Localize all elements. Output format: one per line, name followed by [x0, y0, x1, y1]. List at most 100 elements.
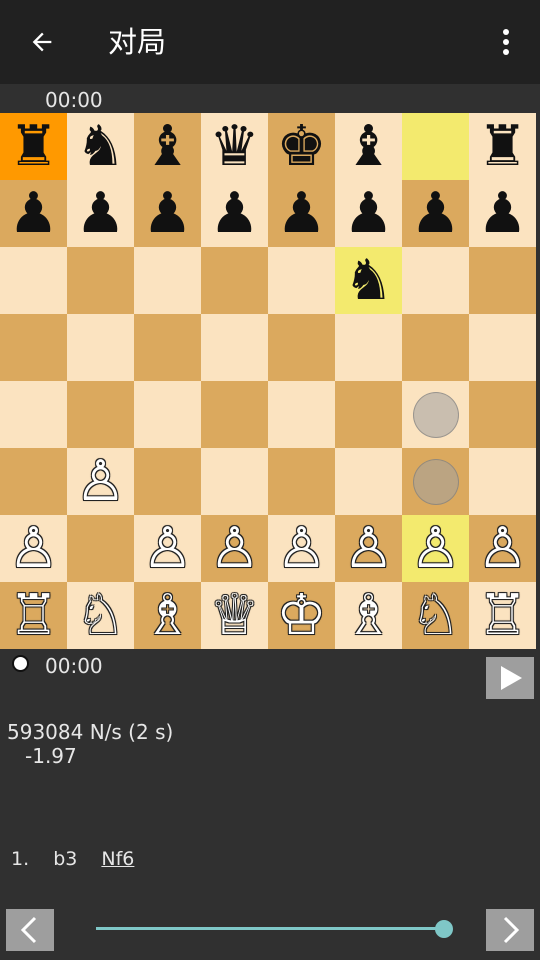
square-c1[interactable]: ♗: [134, 582, 201, 649]
white-piece[interactable]: ♕: [209, 587, 259, 644]
black-piece[interactable]: ♛: [209, 118, 259, 175]
square-d4[interactable]: [201, 381, 268, 448]
square-e5[interactable]: [268, 314, 335, 381]
previous-move-button[interactable]: [6, 909, 54, 951]
white-piece[interactable]: ♖: [477, 587, 527, 644]
square-e4[interactable]: [268, 381, 335, 448]
square-f2[interactable]: ♙: [335, 515, 402, 582]
chess-board[interactable]: ♜ ♞ ♝ ♛ ♚ ♝ ♜ ♟ ♟ ♟ ♟ ♟ ♟ ♟ ♟ ♞ ♙ ♙ ♙ ♙ ♙ ♙ ♙ ♙ ♖ ♘ ♗ ♕ ♔ ♗ ♘ ♖: [0, 113, 536, 649]
square-c5[interactable]: [134, 314, 201, 381]
square-h5[interactable]: [469, 314, 536, 381]
square-f8[interactable]: ♝: [335, 113, 402, 180]
square-h3[interactable]: [469, 448, 536, 515]
black-piece[interactable]: ♞: [343, 252, 393, 309]
square-e1[interactable]: ♔: [268, 582, 335, 649]
white-piece[interactable]: ♗: [142, 587, 192, 644]
white-piece[interactable]: ♙: [75, 453, 125, 510]
square-g3[interactable]: [402, 448, 469, 515]
square-d3[interactable]: [201, 448, 268, 515]
next-move-button[interactable]: [486, 909, 534, 951]
white-piece[interactable]: ♙: [276, 520, 326, 577]
black-piece[interactable]: ♟: [410, 185, 460, 242]
black-piece[interactable]: ♝: [142, 118, 192, 175]
square-h4[interactable]: [469, 381, 536, 448]
square-h7[interactable]: ♟: [469, 180, 536, 247]
black-piece[interactable]: ♞: [75, 118, 125, 175]
square-a2[interactable]: ♙: [0, 515, 67, 582]
play-button[interactable]: [486, 657, 534, 699]
square-g5[interactable]: [402, 314, 469, 381]
square-b8[interactable]: ♞: [67, 113, 134, 180]
square-d2[interactable]: ♙: [201, 515, 268, 582]
black-piece[interactable]: ♟: [209, 185, 259, 242]
square-d5[interactable]: [201, 314, 268, 381]
square-e8[interactable]: ♚: [268, 113, 335, 180]
square-b5[interactable]: [67, 314, 134, 381]
white-piece[interactable]: ♙: [142, 520, 192, 577]
square-c8[interactable]: ♝: [134, 113, 201, 180]
square-f1[interactable]: ♗: [335, 582, 402, 649]
square-f7[interactable]: ♟: [335, 180, 402, 247]
square-g7[interactable]: ♟: [402, 180, 469, 247]
black-piece[interactable]: ♜: [477, 118, 527, 175]
square-b1[interactable]: ♘: [67, 582, 134, 649]
black-piece[interactable]: ♟: [477, 185, 527, 242]
white-piece[interactable]: ♗: [343, 587, 393, 644]
square-d6[interactable]: [201, 247, 268, 314]
white-piece[interactable]: ♖: [8, 587, 58, 644]
square-a3[interactable]: [0, 448, 67, 515]
square-a8[interactable]: ♜: [0, 113, 67, 180]
square-c6[interactable]: [134, 247, 201, 314]
square-g8[interactable]: [402, 113, 469, 180]
black-piece[interactable]: ♚: [276, 118, 326, 175]
move-black-current[interactable]: Nf6: [101, 848, 134, 870]
black-piece[interactable]: ♟: [276, 185, 326, 242]
overflow-menu-button[interactable]: [486, 14, 526, 70]
black-piece[interactable]: ♟: [142, 185, 192, 242]
square-g4[interactable]: [402, 381, 469, 448]
square-c7[interactable]: ♟: [134, 180, 201, 247]
white-piece[interactable]: ♙: [209, 520, 259, 577]
square-d8[interactable]: ♛: [201, 113, 268, 180]
move-white[interactable]: b3: [53, 848, 77, 870]
square-c3[interactable]: [134, 448, 201, 515]
white-piece[interactable]: ♔: [276, 587, 326, 644]
square-a1[interactable]: ♖: [0, 582, 67, 649]
square-g6[interactable]: [402, 247, 469, 314]
move-slider-thumb[interactable]: [435, 920, 453, 938]
square-c4[interactable]: [134, 381, 201, 448]
move-slider-track[interactable]: [96, 927, 444, 930]
square-a5[interactable]: [0, 314, 67, 381]
square-c2[interactable]: ♙: [134, 515, 201, 582]
square-h8[interactable]: ♜: [469, 113, 536, 180]
white-piece[interactable]: ♘: [75, 587, 125, 644]
square-e6[interactable]: [268, 247, 335, 314]
square-g1[interactable]: ♘: [402, 582, 469, 649]
black-piece[interactable]: ♝: [343, 118, 393, 175]
square-b7[interactable]: ♟: [67, 180, 134, 247]
square-h1[interactable]: ♖: [469, 582, 536, 649]
square-f3[interactable]: [335, 448, 402, 515]
square-f6[interactable]: ♞: [335, 247, 402, 314]
square-a7[interactable]: ♟: [0, 180, 67, 247]
square-b3[interactable]: ♙: [67, 448, 134, 515]
move-hint-dot[interactable]: [412, 458, 459, 505]
white-piece[interactable]: ♙: [477, 520, 527, 577]
square-h6[interactable]: [469, 247, 536, 314]
white-piece[interactable]: ♘: [410, 587, 460, 644]
square-f4[interactable]: [335, 381, 402, 448]
white-piece[interactable]: ♙: [410, 520, 460, 577]
square-g2[interactable]: ♙: [402, 515, 469, 582]
black-piece[interactable]: ♟: [8, 185, 58, 242]
square-h2[interactable]: ♙: [469, 515, 536, 582]
black-piece[interactable]: ♟: [343, 185, 393, 242]
square-a6[interactable]: [0, 247, 67, 314]
square-d7[interactable]: ♟: [201, 180, 268, 247]
square-f5[interactable]: [335, 314, 402, 381]
square-e7[interactable]: ♟: [268, 180, 335, 247]
back-button[interactable]: [14, 14, 70, 70]
white-piece[interactable]: ♙: [343, 520, 393, 577]
square-e3[interactable]: [268, 448, 335, 515]
square-d1[interactable]: ♕: [201, 582, 268, 649]
move-hint-dot[interactable]: [412, 391, 459, 438]
